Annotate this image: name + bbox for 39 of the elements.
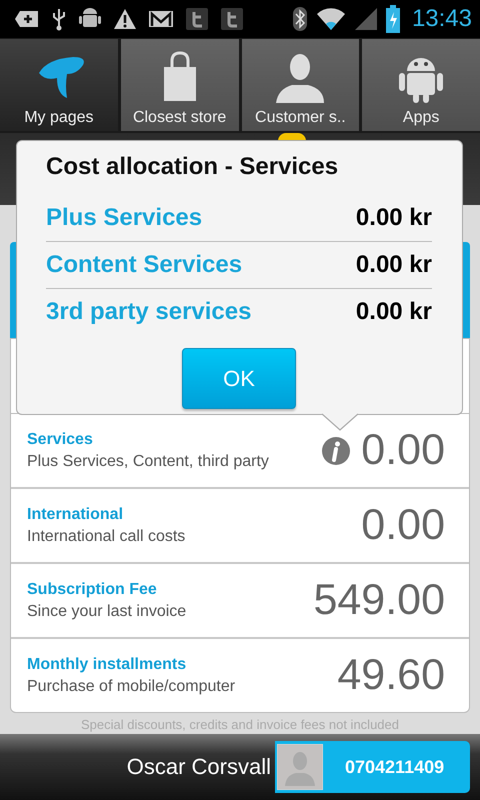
avatar-icon bbox=[277, 744, 323, 790]
row-amount: 49.60 bbox=[337, 651, 445, 700]
popup-title: Cost allocation - Services bbox=[46, 153, 340, 182]
row-subtitle: Purchase of mobile/computer bbox=[27, 678, 236, 696]
item-label: Content Services bbox=[46, 251, 242, 279]
usb-icon bbox=[51, 7, 67, 31]
nav-tab[interactable]: Customer s.. bbox=[242, 39, 360, 131]
row-title: Subscription Fee bbox=[27, 580, 158, 598]
row-title: Services bbox=[27, 430, 94, 448]
row-subtitle: Plus Services, Content, third party bbox=[27, 452, 270, 470]
item-label: 3rd party services bbox=[46, 298, 252, 326]
row-amount: 0.00 bbox=[361, 501, 445, 550]
cost-row[interactable]: Subscription Fee Since your last invoice 549.00 bbox=[11, 564, 469, 637]
nav-tab[interactable]: Apps bbox=[362, 39, 480, 131]
item-label: Plus Services bbox=[46, 204, 202, 232]
row-amount: 549.00 bbox=[313, 576, 445, 625]
mail-icon bbox=[148, 9, 174, 29]
account-name: Oscar Corsvall bbox=[126, 754, 271, 780]
clock-time: 13:43 bbox=[412, 5, 472, 33]
cost-row[interactable]: International International call costs 0.00 bbox=[11, 489, 469, 562]
row-amount: 0.00 bbox=[361, 426, 445, 475]
row-title: Monthly installments bbox=[27, 656, 188, 674]
person-icon bbox=[274, 51, 326, 105]
nav-tab[interactable]: Closest store bbox=[120, 39, 238, 131]
bluetooth-icon bbox=[292, 6, 308, 32]
row-title: International bbox=[27, 506, 124, 524]
wifi-icon bbox=[316, 7, 346, 31]
nav-tab[interactable]: My pages bbox=[0, 39, 118, 131]
item-amount: 0.00 kr bbox=[356, 204, 432, 232]
cost-row[interactable]: Monthly installments Purchase of mobile/computer 49.60 bbox=[11, 639, 469, 712]
cost-row[interactable]: Services Plus Services, Content, third party 0.00 bbox=[11, 414, 469, 487]
item-amount: 0.00 kr bbox=[356, 251, 432, 279]
row-subtitle: Since your last invoice bbox=[27, 602, 188, 620]
item-amount: 0.00 kr bbox=[356, 298, 432, 326]
row-subtitle: International call costs bbox=[27, 528, 186, 546]
signal-icon bbox=[354, 7, 378, 31]
plus-tag-icon bbox=[14, 9, 40, 29]
warning-icon bbox=[113, 8, 137, 30]
battery-icon bbox=[386, 5, 400, 33]
